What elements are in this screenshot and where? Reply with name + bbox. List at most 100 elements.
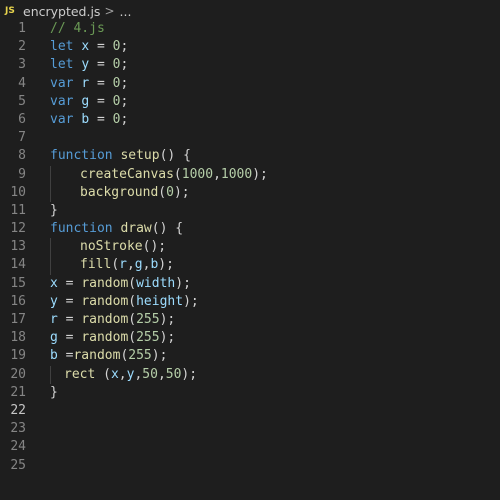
keyword-token: let — [50, 39, 74, 55]
code-text[interactable]: createCanvas(1000,1000); — [80, 166, 268, 184]
code-line[interactable]: 3 let y = 0; — [0, 56, 500, 74]
code-text[interactable]: var b = 0; — [50, 111, 128, 129]
code-text[interactable]: } — [50, 202, 58, 220]
punctuation-token: ); — [173, 184, 190, 200]
breadcrumb-file-name[interactable]: encrypted.js — [23, 4, 100, 19]
punctuation-token: ( — [128, 312, 137, 327]
code-line[interactable]: 4 var r = 0; — [0, 75, 500, 93]
code-line[interactable]: 13 noStroke(); — [0, 238, 500, 257]
line-number: 9 — [18, 166, 26, 182]
punctuation-token: , — [118, 366, 127, 382]
code-text[interactable]: function setup() { — [50, 147, 191, 165]
code-line[interactable]: 16 y = random(height); — [0, 293, 500, 311]
punctuation-token: , — [157, 366, 166, 382]
keyword-token: var — [50, 111, 74, 127]
punctuation-token: ); — [252, 166, 268, 182]
code-text[interactable]: function draw() { — [50, 220, 183, 238]
punctuation-token: = — [57, 348, 74, 364]
line-number: 11 — [10, 202, 26, 218]
code-text[interactable]: rect (x,y,50,50); — [64, 366, 197, 384]
code-text[interactable]: var g = 0; — [50, 93, 128, 111]
code-text[interactable]: // 4.js — [50, 20, 105, 38]
code-text[interactable]: noStroke(); — [80, 238, 166, 256]
number-token: 255 — [136, 312, 160, 327]
variable-token: g — [50, 330, 58, 346]
code-line[interactable]: 1 // 4.js — [0, 20, 500, 38]
punctuation-token: , — [126, 257, 135, 273]
function-token: random — [81, 312, 129, 327]
punctuation-token: } — [50, 202, 58, 218]
variable-token: r — [81, 75, 90, 91]
code-line[interactable]: 23 — [0, 420, 500, 438]
code-line[interactable]: 15 x = random(width); — [0, 275, 500, 293]
code-text[interactable]: g = random(255); — [50, 329, 175, 347]
code-line[interactable]: 22 — [0, 402, 500, 420]
code-text[interactable]: background(0); — [80, 184, 190, 202]
variable-token: y — [81, 57, 90, 73]
keyword-token: var — [50, 93, 74, 109]
number-token: 1000 — [220, 166, 253, 182]
code-text[interactable]: b =random(255); — [50, 347, 167, 365]
breadcrumb-symbols[interactable]: ... — [120, 4, 132, 19]
code-text[interactable]: r = random(255); — [50, 311, 175, 329]
code-line[interactable]: 6 var b = 0; — [0, 111, 500, 129]
function-token: draw — [120, 221, 152, 237]
code-line[interactable]: 17 r = random(255); — [0, 311, 500, 329]
code-text[interactable]: let x = 0; — [50, 38, 128, 56]
punctuation-token: ( — [128, 275, 137, 291]
line-number: 1 — [18, 21, 26, 36]
code-line[interactable]: 10 background(0); — [0, 183, 500, 202]
punctuation-token: = — [57, 293, 82, 309]
code-line[interactable]: 19 b =random(255); — [0, 347, 500, 365]
function-token: random — [81, 330, 129, 346]
indent-guide — [50, 238, 51, 257]
punctuation-token: ); — [183, 293, 199, 309]
code-line[interactable]: 21} — [0, 384, 500, 402]
number-token: 0 — [166, 184, 174, 200]
punctuation-token: = — [89, 75, 113, 91]
code-line[interactable]: 7 — [0, 129, 500, 147]
code-area[interactable]: 1 // 4.js 2 let x = 0; 3 let y = 0; 4 var r = 0… — [0, 20, 500, 475]
line-number: 13 — [10, 239, 26, 255]
comment-token: // 4.js — [50, 21, 105, 36]
code-line[interactable]: 20 rect (x,y,50,50); — [0, 365, 500, 384]
line-number: 19 — [10, 348, 26, 364]
code-line[interactable]: 2 let x = 0; — [0, 38, 500, 56]
code-text[interactable]: x = random(width); — [50, 275, 191, 293]
code-line[interactable]: 11} — [0, 202, 500, 220]
number-token: 255 — [136, 330, 160, 346]
code-line[interactable]: 12 function draw() { — [0, 220, 500, 238]
code-line[interactable]: 8 function setup() { — [0, 147, 500, 165]
line-number: 16 — [10, 293, 26, 309]
punctuation-token: = — [89, 39, 113, 55]
punctuation-token: ; — [120, 75, 129, 91]
variable-token: b — [81, 111, 90, 127]
code-line[interactable]: 9 createCanvas(1000,1000); — [0, 165, 500, 184]
code-line[interactable]: 5 var g = 0; — [0, 93, 500, 111]
code-line[interactable]: 24 — [0, 438, 500, 456]
code-line[interactable]: 18 g = random(255); — [0, 329, 500, 347]
indent-guide — [50, 365, 51, 384]
code-line[interactable]: 25 — [0, 457, 500, 475]
punctuation-token: = — [57, 275, 82, 291]
code-text[interactable]: var r = 0; — [50, 75, 128, 93]
punctuation-token: = — [89, 93, 113, 109]
code-line[interactable]: 14 fill(r,g,b); — [0, 256, 500, 275]
code-text[interactable]: y = random(height); — [50, 293, 199, 311]
punctuation-token: = — [89, 57, 113, 73]
number-token: 50 — [142, 366, 158, 382]
code-text[interactable]: } — [50, 384, 58, 402]
code-text[interactable]: fill(r,g,b); — [80, 256, 174, 274]
punctuation-token: = — [89, 111, 113, 127]
keyword-token: let — [50, 57, 74, 73]
function-token: rect — [64, 366, 96, 382]
punctuation-token: ( — [128, 330, 137, 346]
function-token: random — [73, 348, 121, 364]
code-text[interactable]: let y = 0; — [50, 56, 128, 74]
keyword-token: function — [50, 148, 113, 164]
punctuation-token: ); — [159, 312, 176, 327]
line-number: 24 — [10, 439, 26, 455]
punctuation-token: () { — [159, 148, 191, 164]
code-editor[interactable]: JS encrypted.js > ... 1 // 4.js 2 let x = 0… — [0, 0, 500, 500]
punctuation-token: ( — [128, 293, 137, 309]
